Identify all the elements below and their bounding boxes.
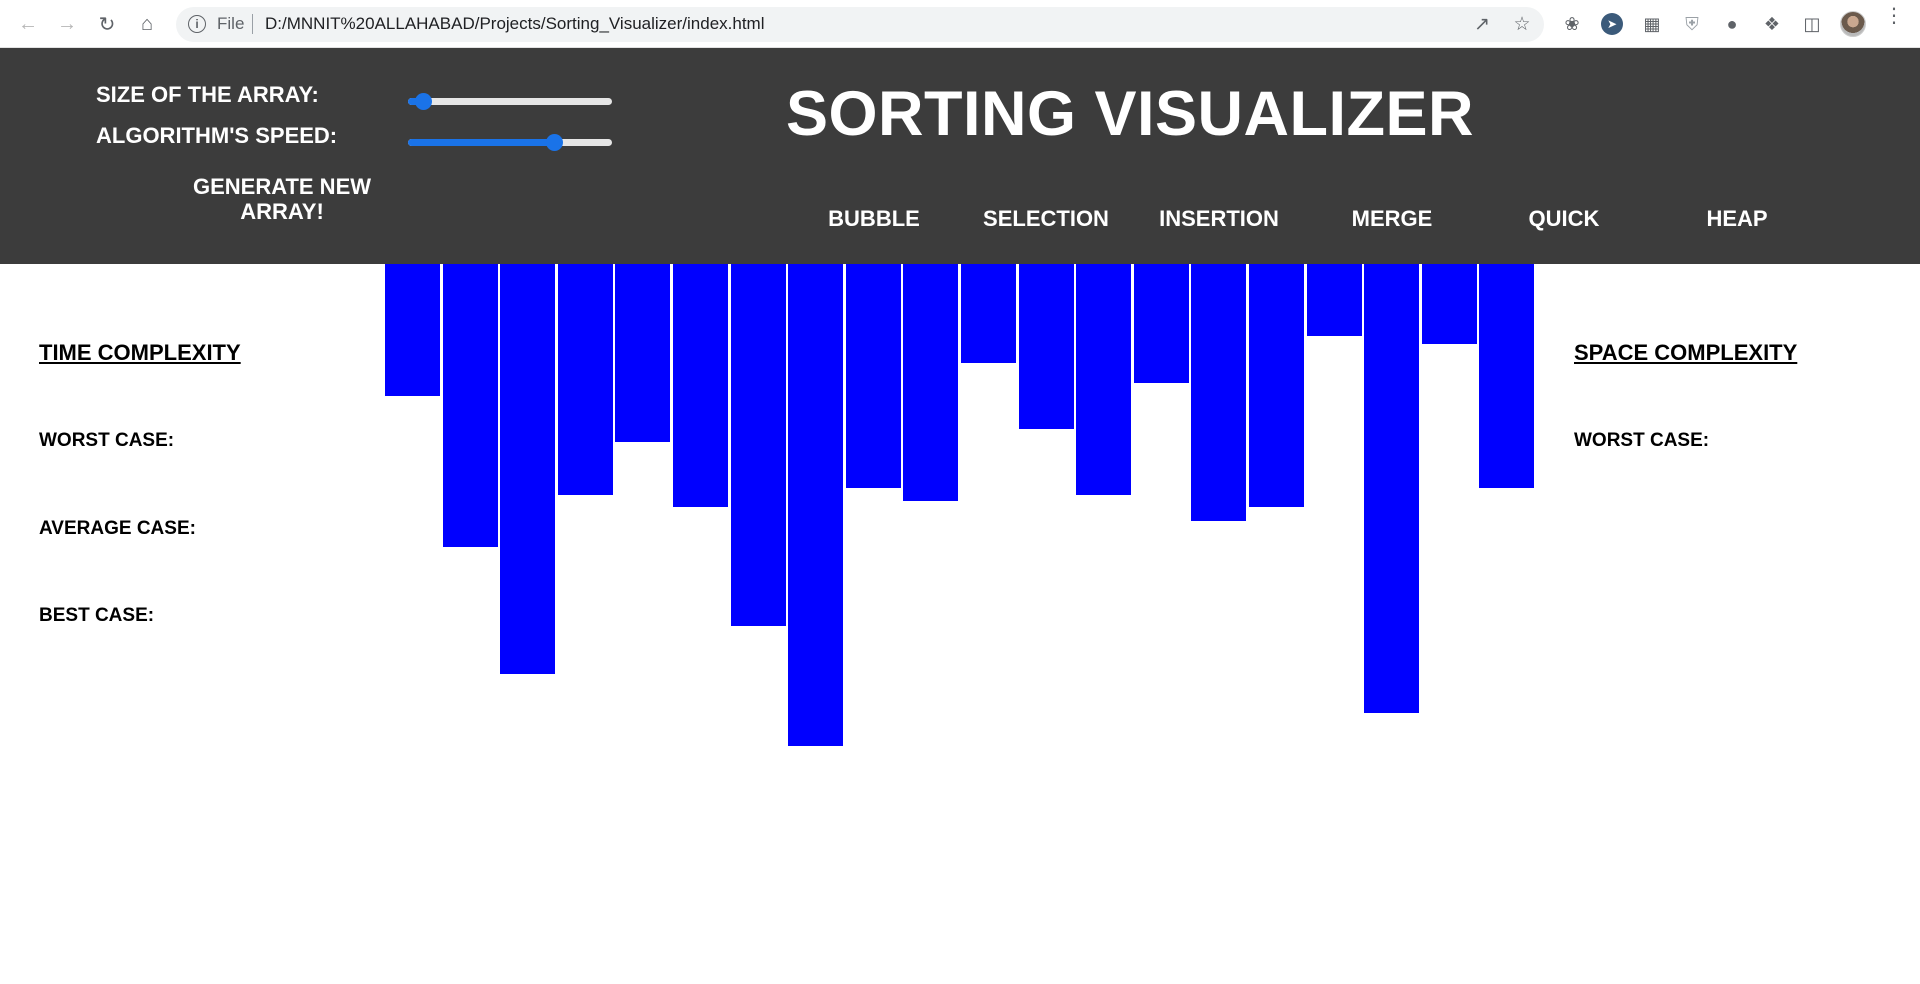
array-bar xyxy=(615,264,671,442)
array-bar xyxy=(903,264,959,501)
side-panel-icon[interactable]: ◫ xyxy=(1800,12,1824,36)
back-icon[interactable]: ← xyxy=(14,10,42,38)
browser-toolbar: ← → ↻ ⌂ i File D:/MNNIT%20ALLAHABAD/Proj… xyxy=(0,0,1920,48)
array-bar xyxy=(385,264,440,396)
array-bar xyxy=(1306,264,1362,336)
url-text[interactable]: D:/MNNIT%20ALLAHABAD/Projects/Sorting_Vi… xyxy=(265,14,765,34)
algorithm-speed-label: ALGORITHM'S SPEED: xyxy=(96,123,338,148)
site-info-icon[interactable]: i xyxy=(188,15,206,33)
array-bar xyxy=(500,264,556,674)
quick-sort-button[interactable]: QUICK xyxy=(1478,206,1650,232)
insertion-sort-button[interactable]: INSERTION xyxy=(1133,206,1305,232)
bug-extension-icon[interactable]: ❀ xyxy=(1560,12,1584,36)
selection-sort-button[interactable]: SELECTION xyxy=(960,206,1132,232)
forward-icon[interactable]: → xyxy=(53,10,81,38)
omnibox-separator xyxy=(252,14,253,34)
array-bar xyxy=(961,264,1016,363)
merge-sort-button[interactable]: MERGE xyxy=(1306,206,1478,232)
generate-new-array-button[interactable]: GENERATE NEW ARRAY! xyxy=(162,174,402,224)
heap-sort-button[interactable]: HEAP xyxy=(1651,206,1823,232)
reload-icon[interactable]: ↻ xyxy=(93,10,121,38)
profile-avatar[interactable] xyxy=(1840,11,1866,37)
array-bar xyxy=(1364,264,1420,713)
cursor-extension-icon[interactable]: ➤ xyxy=(1601,13,1623,35)
puzzle-extensions-icon[interactable]: ❖ xyxy=(1760,12,1784,36)
circles-extension-icon[interactable]: ● xyxy=(1720,12,1744,36)
shield-extension-icon[interactable]: ⛨ xyxy=(1680,12,1704,36)
bookmark-star-icon[interactable]: ☆ xyxy=(1510,12,1534,36)
algorithm-speed-slider[interactable] xyxy=(408,134,612,151)
grid-extension-icon[interactable]: ▦ xyxy=(1640,12,1664,36)
array-bar xyxy=(557,264,613,495)
array-bar xyxy=(1191,264,1247,521)
page-title: SORTING VISUALIZER xyxy=(786,79,1475,149)
array-size-slider[interactable] xyxy=(408,93,612,110)
array-bars-container xyxy=(0,264,1920,764)
array-bar xyxy=(1018,264,1074,429)
bubble-sort-button[interactable]: BUBBLE xyxy=(788,206,960,232)
array-bar xyxy=(730,264,786,626)
array-bar xyxy=(1249,264,1304,507)
algorithm-speed-slider-fill xyxy=(408,139,555,146)
share-icon[interactable]: ↗ xyxy=(1470,12,1494,36)
file-scheme-label: File xyxy=(217,14,245,33)
array-bar xyxy=(1421,264,1477,344)
array-bar xyxy=(845,264,901,488)
array-bar xyxy=(788,264,844,746)
array-bar xyxy=(1133,264,1189,383)
array-bar xyxy=(442,264,498,547)
algorithm-speed-slider-thumb[interactable] xyxy=(546,134,564,151)
array-bar xyxy=(673,264,728,507)
array-size-slider-thumb[interactable] xyxy=(415,93,433,110)
browser-menu-icon[interactable]: ⋮ xyxy=(1884,6,1904,26)
array-bar xyxy=(1479,264,1535,488)
array-size-label: SIZE OF THE ARRAY: xyxy=(96,82,319,107)
array-bar xyxy=(1076,264,1132,495)
home-icon[interactable]: ⌂ xyxy=(133,10,161,38)
page-header: SIZE OF THE ARRAY: ALGORITHM'S SPEED: GE… xyxy=(0,48,1920,264)
